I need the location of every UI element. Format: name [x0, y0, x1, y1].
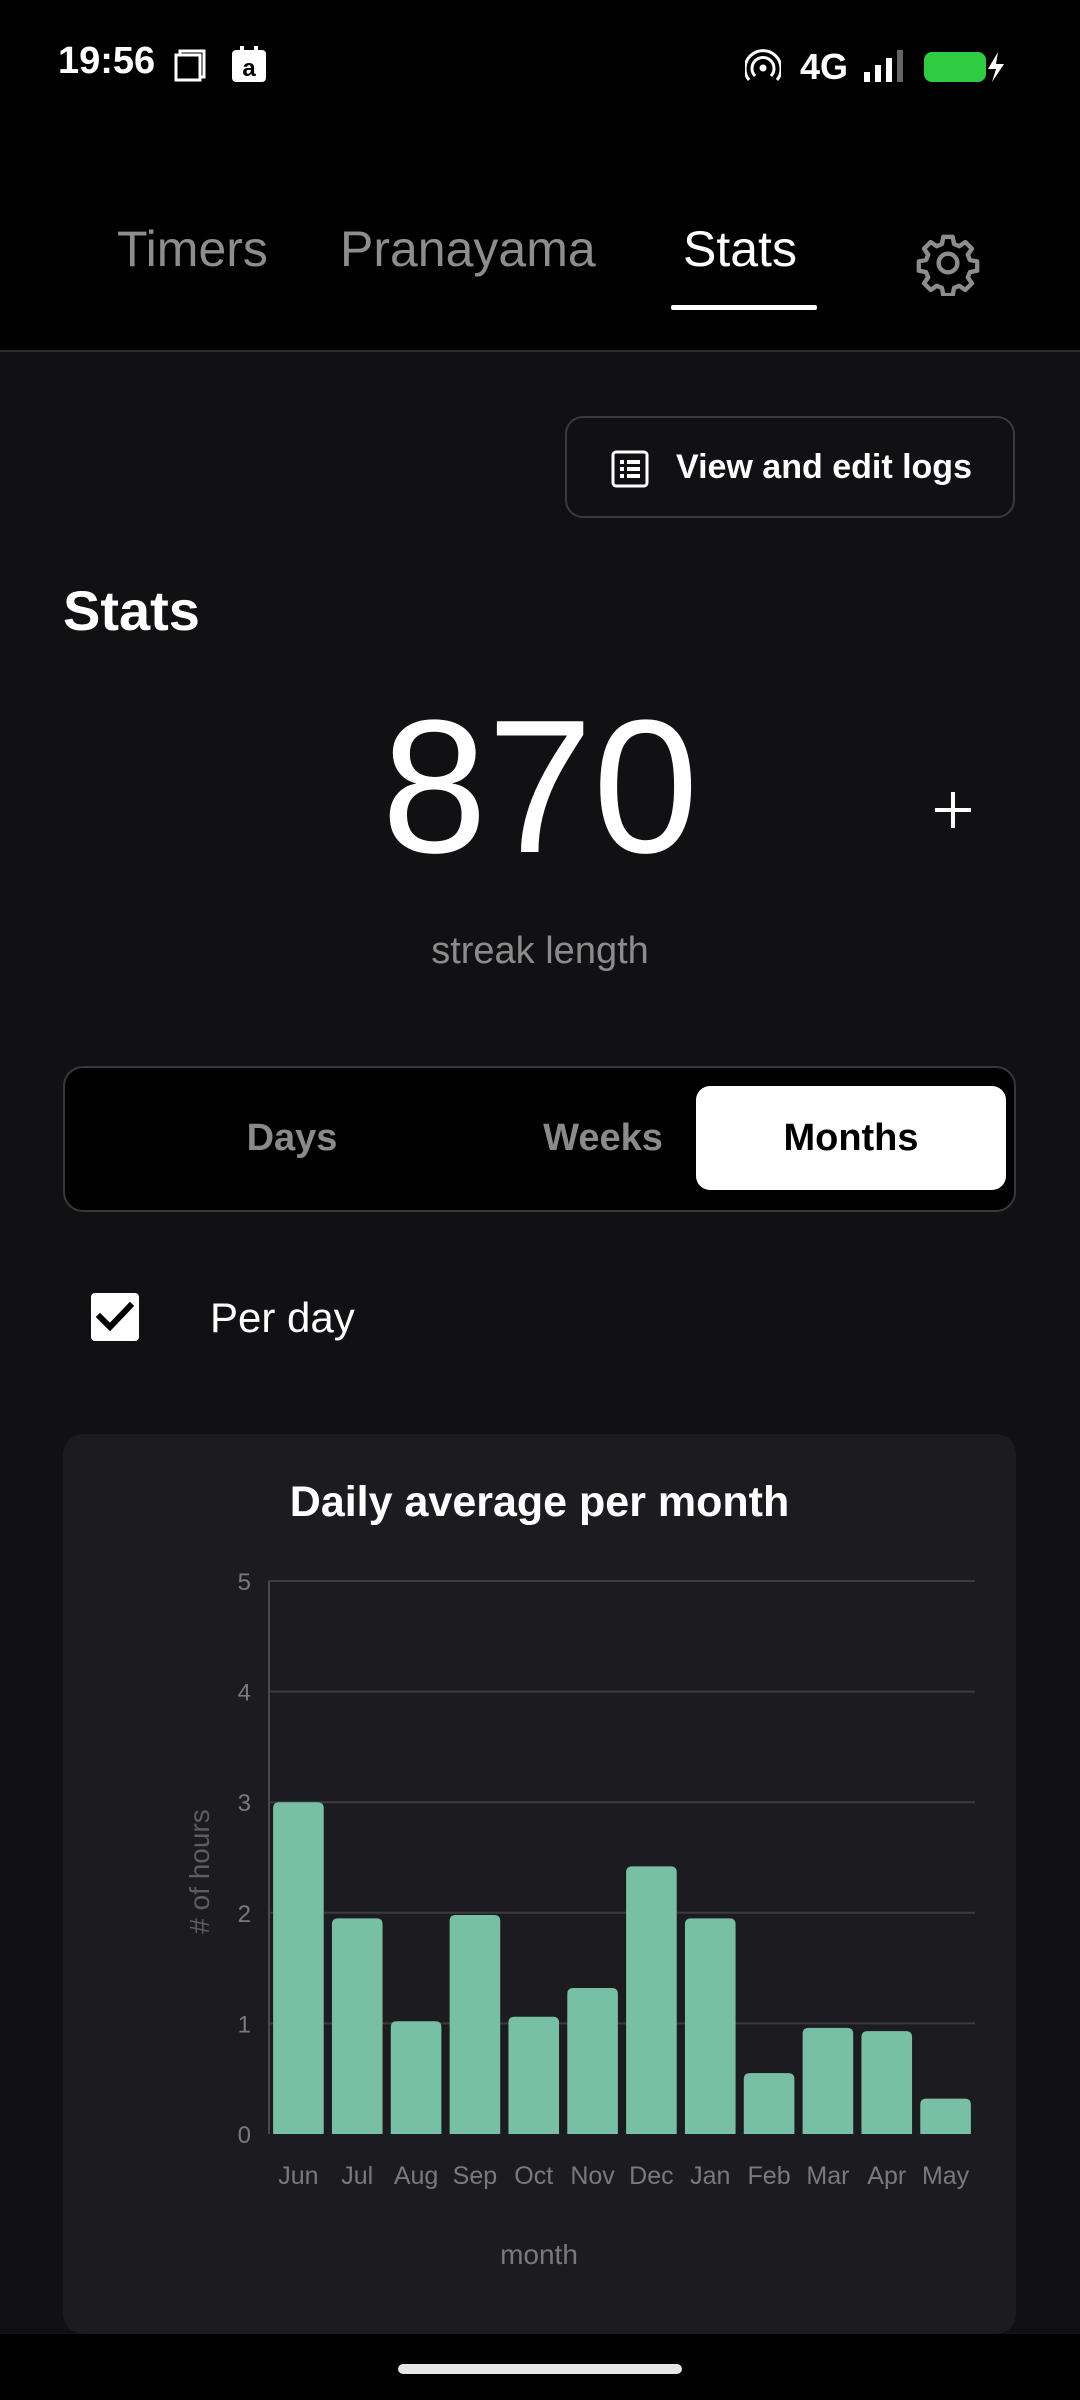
amazon-app-icon: a	[232, 46, 266, 82]
bar	[449, 1915, 501, 2134]
per-day-label: Per day	[210, 1294, 355, 1341]
x-tick-label: Nov	[570, 2162, 615, 2190]
tab-stats[interactable]: Stats	[683, 220, 797, 278]
bar	[861, 2031, 913, 2134]
x-tick-label: Mar	[806, 2162, 849, 2190]
x-tick-label: Feb	[748, 2162, 791, 2190]
bar	[684, 1918, 736, 2134]
bar	[390, 2021, 442, 2134]
streak-value: 870	[381, 681, 699, 893]
view-edit-logs-label: View and edit logs	[676, 448, 972, 486]
y-axis-title: # of hours	[184, 1809, 215, 1934]
bar	[802, 2027, 854, 2134]
battery-charging-icon	[924, 52, 1004, 82]
screenshot-icon	[174, 49, 206, 82]
checkmark-icon	[95, 1301, 135, 1332]
x-tick-label: Sep	[453, 2162, 497, 2190]
y-tick-label: 1	[238, 2011, 251, 2038]
network-type: 4G	[800, 46, 849, 87]
plus-icon[interactable]	[925, 782, 981, 838]
hotspot-icon	[745, 49, 781, 81]
view-edit-logs-button[interactable]: View and edit logs	[565, 416, 1015, 518]
toggle-days[interactable]: Days	[137, 1086, 447, 1190]
bar	[508, 2016, 560, 2134]
x-tick-label: Jan	[690, 2162, 730, 2190]
x-tick-label: Dec	[629, 2162, 673, 2190]
stats-screen: View and edit logs Stats 870 streak leng…	[0, 352, 1080, 2334]
list-icon	[611, 450, 649, 488]
y-tick-label: 2	[238, 1901, 251, 1928]
y-tick-label: 5	[238, 1569, 251, 1596]
x-tick-label: Apr	[867, 2162, 906, 2190]
per-day-checkbox[interactable]	[91, 1293, 139, 1341]
system-nav-bar	[0, 2334, 1080, 2400]
bar	[920, 2098, 971, 2134]
status-bar: 19:56 a 4G	[0, 0, 1080, 130]
x-tick-label: Oct	[514, 2162, 553, 2190]
bar	[273, 1802, 324, 2134]
bar	[331, 1918, 383, 2134]
top-tab-bar: Timers Pranayama Stats	[0, 130, 1080, 352]
period-toggle: Days Weeks Months	[63, 1066, 1016, 1212]
x-tick-label: May	[922, 2162, 970, 2190]
y-tick-label: 4	[238, 1680, 251, 1707]
active-tab-indicator	[671, 305, 817, 310]
gear-icon[interactable]	[915, 230, 981, 296]
tab-pranayama[interactable]: Pranayama	[340, 220, 596, 278]
section-title: Stats	[63, 579, 200, 642]
status-time: 19:56	[58, 40, 156, 82]
x-tick-label: Jul	[341, 2162, 373, 2190]
toggle-months[interactable]: Months	[696, 1086, 1006, 1190]
x-axis-title: month	[500, 2239, 578, 2270]
x-tick-label: Jun	[278, 2162, 318, 2190]
x-tick-label: Aug	[394, 2162, 438, 2190]
bar-chart: 0 1 2 3 4 5 Jun Jul Aug Sep Oct Nov Dec Jan Feb Mar Apr M…	[184, 1569, 975, 2270]
home-indicator[interactable]	[398, 2364, 682, 2374]
bar	[743, 2073, 795, 2134]
chart-card: Daily average per month 0 1 2 3 4 5 Jun Jul Aug S…	[63, 1434, 1016, 2334]
y-tick-label: 0	[238, 2122, 251, 2149]
y-tick-label: 3	[238, 1790, 251, 1817]
bar	[567, 1988, 618, 2134]
signal-icon	[864, 50, 903, 82]
bar	[626, 1866, 677, 2134]
svg-text:a: a	[242, 55, 256, 82]
streak-label: streak length	[431, 930, 649, 972]
tab-timers[interactable]: Timers	[117, 220, 268, 278]
